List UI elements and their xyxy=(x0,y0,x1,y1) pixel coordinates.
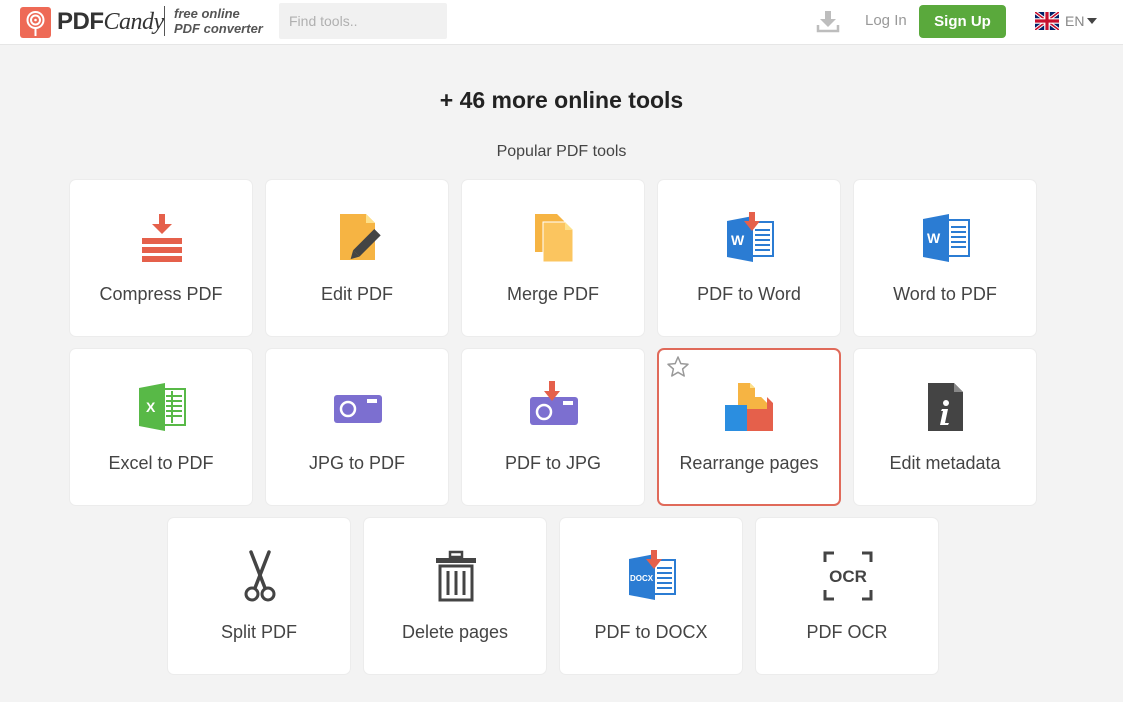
tool-label: PDF OCR xyxy=(806,622,888,642)
language-selector[interactable]: EN xyxy=(1035,12,1098,30)
tool-label: Delete pages xyxy=(401,622,509,642)
tool-card-pdf-to-word[interactable]: W PDF to Word xyxy=(657,179,841,337)
jpg-icon xyxy=(334,395,382,423)
tool-label: Compress PDF xyxy=(99,284,223,304)
search-input[interactable] xyxy=(279,3,447,39)
pdf-to-jpg-icon xyxy=(530,381,578,425)
uk-flag-icon xyxy=(1035,12,1059,30)
tool-label: Excel to PDF xyxy=(108,453,214,473)
svg-text:W: W xyxy=(731,232,745,248)
logo-text: PDFCandy xyxy=(57,8,164,36)
tool-card-pdf-to-docx[interactable]: DOCX PDF to DOCX xyxy=(559,517,743,675)
trash-icon xyxy=(436,550,476,602)
tool-label: Edit PDF xyxy=(320,284,394,304)
tool-label: Edit metadata xyxy=(889,453,1001,473)
star-icon[interactable] xyxy=(666,355,690,379)
tool-card-pdf-to-jpg[interactable]: PDF to JPG xyxy=(461,348,645,506)
page-title: + 46 more online tools xyxy=(439,87,684,113)
tool-card-edit-metadata[interactable]: Edit metadata xyxy=(853,348,1037,506)
ocr-icon: OCR xyxy=(823,551,873,601)
metadata-icon xyxy=(928,383,963,431)
signup-button[interactable]: Sign Up xyxy=(919,5,1006,38)
tool-label: PDF to JPG xyxy=(504,453,602,473)
tool-card-edit-pdf[interactable]: Edit PDF xyxy=(265,179,449,337)
tagline: free online PDF converter xyxy=(174,6,263,36)
tool-label: PDF to Word xyxy=(697,284,801,304)
tool-label: JPG to PDF xyxy=(308,453,406,473)
merge-icon xyxy=(535,214,574,263)
svg-text:X: X xyxy=(146,399,156,415)
language-code: EN xyxy=(1065,13,1085,29)
section-subtitle: Popular PDF tools xyxy=(496,143,627,160)
svg-text:W: W xyxy=(927,230,941,246)
tool-card-pdf-ocr[interactable]: OCR PDF OCR xyxy=(755,517,939,675)
tool-label: PDF to DOCX xyxy=(594,622,708,642)
download-icon[interactable] xyxy=(816,9,840,33)
tool-card-jpg-to-pdf[interactable]: JPG to PDF xyxy=(265,348,449,506)
tool-card-excel-to-pdf[interactable]: X Excel to PDF xyxy=(69,348,253,506)
logo-text-pdf: PDF xyxy=(57,8,104,35)
pdf-to-docx-icon: DOCX xyxy=(629,550,676,600)
login-link[interactable]: Log In xyxy=(865,12,907,29)
tool-card-compress-pdf[interactable]: Compress PDF xyxy=(69,179,253,337)
tool-card-merge-pdf[interactable]: Merge PDF xyxy=(461,179,645,337)
tool-label: Word to PDF xyxy=(893,284,997,304)
tool-card-split-pdf[interactable]: Split PDF xyxy=(167,517,351,675)
tool-label: Rearrange pages xyxy=(679,453,819,473)
pdf-to-word-icon: W xyxy=(727,212,774,262)
scissors-icon xyxy=(244,550,276,602)
tool-card-word-to-pdf[interactable]: W Word to PDF xyxy=(853,179,1037,337)
header: PDFCandy free online PDF converter Log I… xyxy=(0,0,1123,45)
excel-icon: X xyxy=(139,383,186,431)
tool-label: Split PDF xyxy=(220,622,298,642)
candy-logo-icon xyxy=(20,6,51,38)
edit-pdf-icon xyxy=(340,214,381,260)
tagline-line-2: PDF converter xyxy=(174,21,263,36)
rearrange-icon xyxy=(725,383,773,431)
tool-label: Merge PDF xyxy=(506,284,600,304)
logo-text-candy: Candy xyxy=(103,9,165,35)
tool-card-rearrange-pages[interactable]: Rearrange pages xyxy=(657,348,841,506)
svg-text:DOCX: DOCX xyxy=(630,574,654,583)
compress-icon xyxy=(142,214,182,262)
pdfcandy-logo[interactable]: PDFCandy xyxy=(20,5,164,39)
tool-card-delete-pages[interactable]: Delete pages xyxy=(363,517,547,675)
chevron-down-icon xyxy=(1087,18,1098,24)
word-icon: W xyxy=(923,214,970,262)
logo-divider xyxy=(164,6,165,36)
svg-text:OCR: OCR xyxy=(829,567,867,586)
tagline-line-1: free online xyxy=(174,6,240,21)
